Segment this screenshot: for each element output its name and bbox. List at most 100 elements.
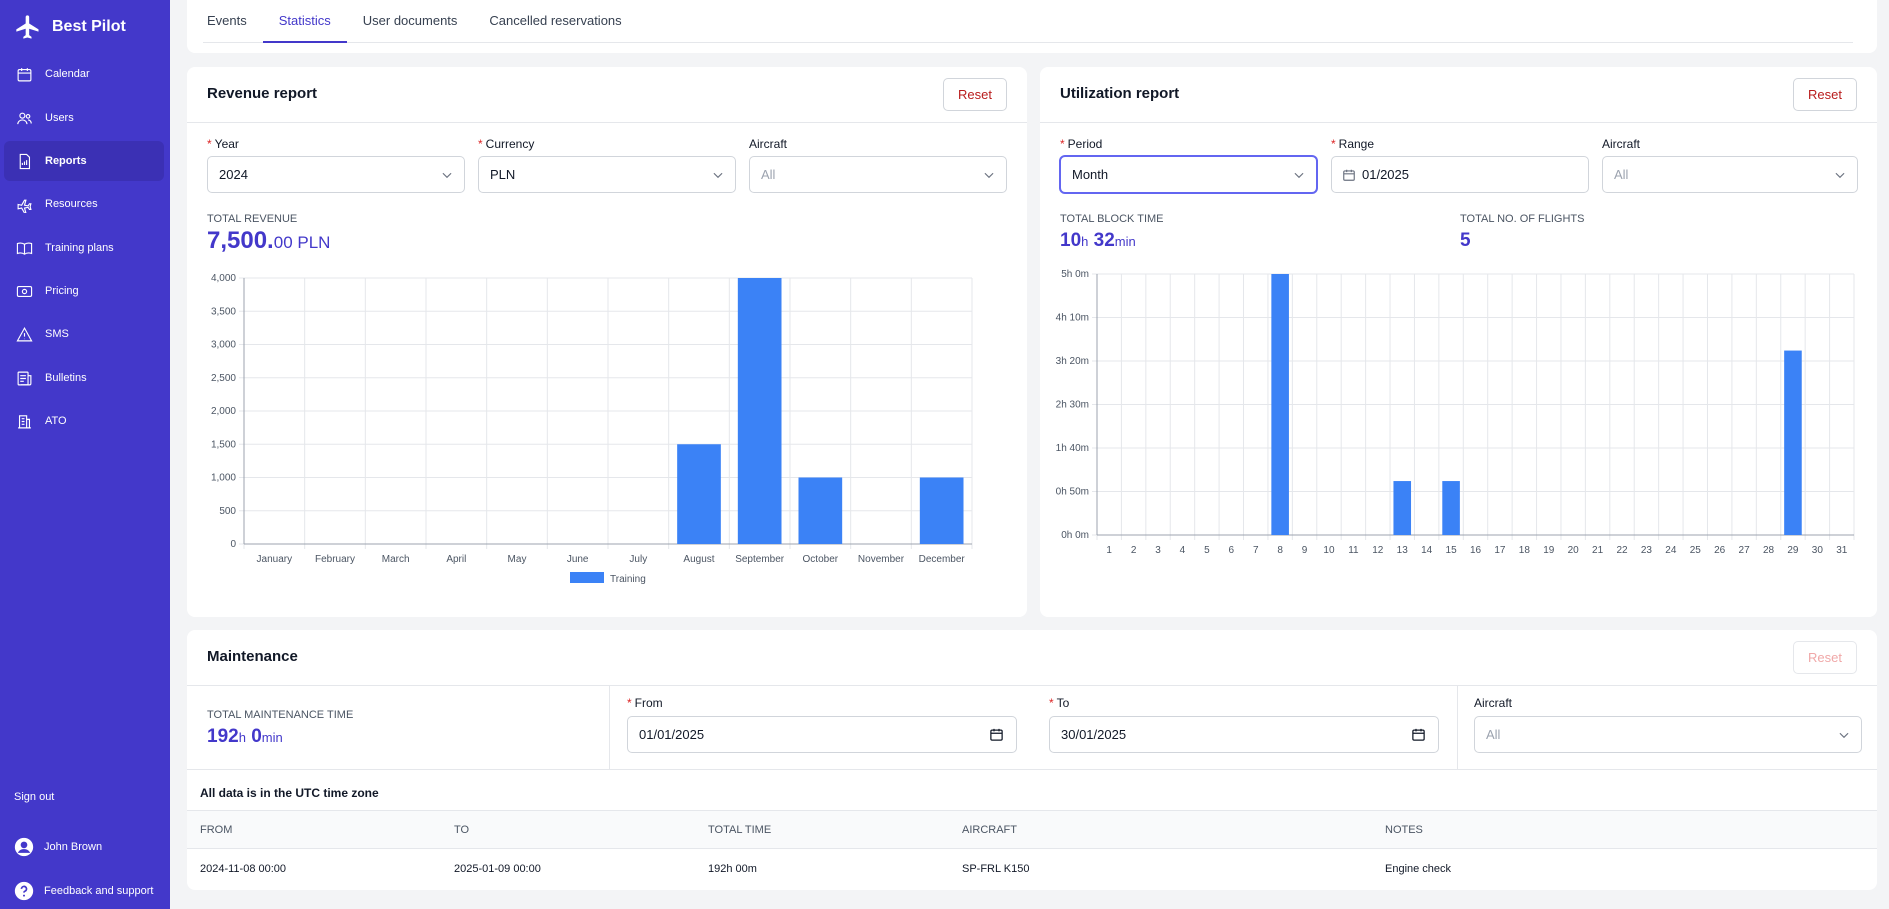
range-value: 01/2025 (1362, 167, 1409, 182)
sidebar-item-pricing[interactable]: Pricing (4, 271, 164, 311)
card-header: Maintenance Reset (187, 630, 1877, 686)
sidebar-item-reports[interactable]: Reports (4, 141, 164, 181)
x-tick-label: 29 (1787, 545, 1799, 556)
reset-button[interactable]: Reset (943, 78, 1007, 111)
x-tick-label: 4 (1180, 545, 1186, 556)
tab-bar: Events Statistics User documents Cancell… (203, 0, 1853, 43)
x-tick-label: 21 (1592, 545, 1604, 556)
avatar-icon (14, 837, 34, 857)
column-header[interactable]: Aircraft (962, 824, 1017, 836)
calendar-icon[interactable] (1411, 727, 1426, 742)
sidebar-item-label: ATO (45, 415, 67, 427)
block-mins: 32 (1093, 230, 1115, 251)
y-tick-label: 4h 10m (1056, 313, 1089, 324)
year-select[interactable]: 2024 (207, 156, 465, 193)
tab-cancelled-reservations[interactable]: Cancelled reservations (473, 0, 637, 43)
y-tick-label: 1,500 (211, 439, 236, 450)
block-hours: 10 (1060, 230, 1082, 251)
feedback-link[interactable]: Feedback and support (14, 881, 153, 901)
tab-statistics[interactable]: Statistics (262, 0, 347, 43)
x-tick-label: January (257, 554, 293, 565)
sidebar-item-training-plans[interactable]: Training plans (4, 228, 164, 268)
total-revenue-value: 7,500.00 PLN (207, 227, 330, 255)
from-label: * From (627, 696, 663, 710)
aircraft-select[interactable]: All (1474, 716, 1862, 753)
x-tick-label: April (446, 554, 466, 565)
chevron-down-icon (1835, 172, 1845, 179)
brand-logo[interactable]: Best Pilot (14, 13, 126, 41)
warning-icon (16, 326, 33, 341)
x-tick-label: February (315, 554, 355, 565)
sidebar-item-users[interactable]: Users (4, 98, 164, 138)
aircraft-select[interactable]: All (749, 156, 1007, 193)
column-header[interactable]: To (454, 824, 469, 836)
sidebar-item-calendar[interactable]: Calendar (4, 54, 164, 94)
sign-out-label: Sign out (14, 791, 55, 803)
chevron-down-icon (713, 172, 723, 179)
aircraft-label: Aircraft (749, 137, 788, 151)
bar (737, 278, 782, 544)
x-tick-label: December (919, 554, 966, 565)
aircraft-label: Aircraft (1474, 696, 1513, 710)
sidebar-item-sms[interactable]: SMS (4, 314, 164, 354)
to-date-input[interactable]: 30/01/2025 (1049, 716, 1439, 753)
from-date-input[interactable]: 01/01/2025 (627, 716, 1017, 753)
sidebar-item-resources[interactable]: Resources (4, 184, 164, 224)
period-select[interactable]: Month (1060, 156, 1317, 193)
x-tick-label: October (803, 554, 839, 565)
range-picker[interactable]: 01/2025 (1331, 156, 1589, 193)
x-tick-label: 7 (1253, 545, 1259, 556)
tab-events[interactable]: Events (203, 0, 263, 43)
sidebar-item-label: Training plans (45, 242, 114, 254)
x-tick-label: July (629, 554, 647, 565)
sign-out-link[interactable]: Sign out (14, 791, 54, 803)
x-tick-label: 8 (1277, 545, 1283, 556)
sidebar-item-label: Bulletins (45, 372, 87, 384)
y-tick-label: 1,000 (211, 473, 236, 484)
reset-button[interactable]: Reset (1793, 78, 1857, 111)
divider (1457, 686, 1458, 770)
x-tick-label: 22 (1616, 545, 1628, 556)
currency-select[interactable]: PLN (478, 156, 736, 193)
maint-hours: 192 (207, 726, 239, 747)
x-tick-label: 30 (1812, 545, 1824, 556)
x-tick-label: November (858, 554, 905, 565)
divider (609, 686, 610, 770)
calendar-icon[interactable] (989, 727, 1004, 742)
column-header[interactable]: From (200, 824, 232, 836)
book-icon (16, 242, 33, 255)
tabs-card: Events Statistics User documents Cancell… (187, 0, 1877, 53)
tab-user-documents[interactable]: User documents (347, 0, 474, 43)
sidebar-item-label: Calendar (45, 68, 90, 80)
building-icon (18, 414, 31, 428)
reset-button[interactable]: Reset (1793, 641, 1857, 674)
x-tick-label: 2 (1131, 545, 1137, 556)
y-tick-label: 2h 30m (1056, 400, 1089, 411)
bar (677, 444, 721, 544)
block-time-label: Total block time (1060, 213, 1164, 225)
aircraft-label: Aircraft (1602, 137, 1641, 151)
range-label: * Range (1331, 137, 1375, 151)
cell-to: 2025-01-09 00:00 (454, 863, 541, 875)
calendar-icon (1343, 169, 1355, 181)
x-tick-label: 31 (1836, 545, 1848, 556)
sidebar-item-bulletins[interactable]: Bulletins (4, 358, 164, 398)
bar (1784, 350, 1802, 535)
column-header[interactable]: Notes (1385, 824, 1423, 836)
x-tick-label: 11 (1348, 545, 1359, 556)
aircraft-select[interactable]: All (1602, 156, 1858, 193)
revenue-chart: 0 500 1,000 1,500 2,000 2,500 3,000 3,500 4,000 J… (211, 273, 973, 585)
table-row[interactable]: 2024-11-08 00:00 2025-01-09 00:00 192h 0… (187, 849, 1877, 890)
y-tick-label: 500 (219, 506, 236, 517)
user-profile[interactable]: John Brown (14, 837, 102, 857)
sidebar-item-label: Pricing (45, 285, 79, 297)
pricing-icon (16, 285, 33, 297)
x-tick-label: 13 (1397, 545, 1409, 556)
plane-icon (17, 199, 32, 213)
to-value: 30/01/2025 (1061, 727, 1127, 742)
sidebar-item-label: Reports (45, 155, 87, 167)
legend-label: Training (610, 574, 646, 585)
calendar-icon (17, 67, 32, 81)
sidebar-item-ato[interactable]: ATO (4, 401, 164, 441)
column-header[interactable]: Total time (708, 824, 771, 836)
